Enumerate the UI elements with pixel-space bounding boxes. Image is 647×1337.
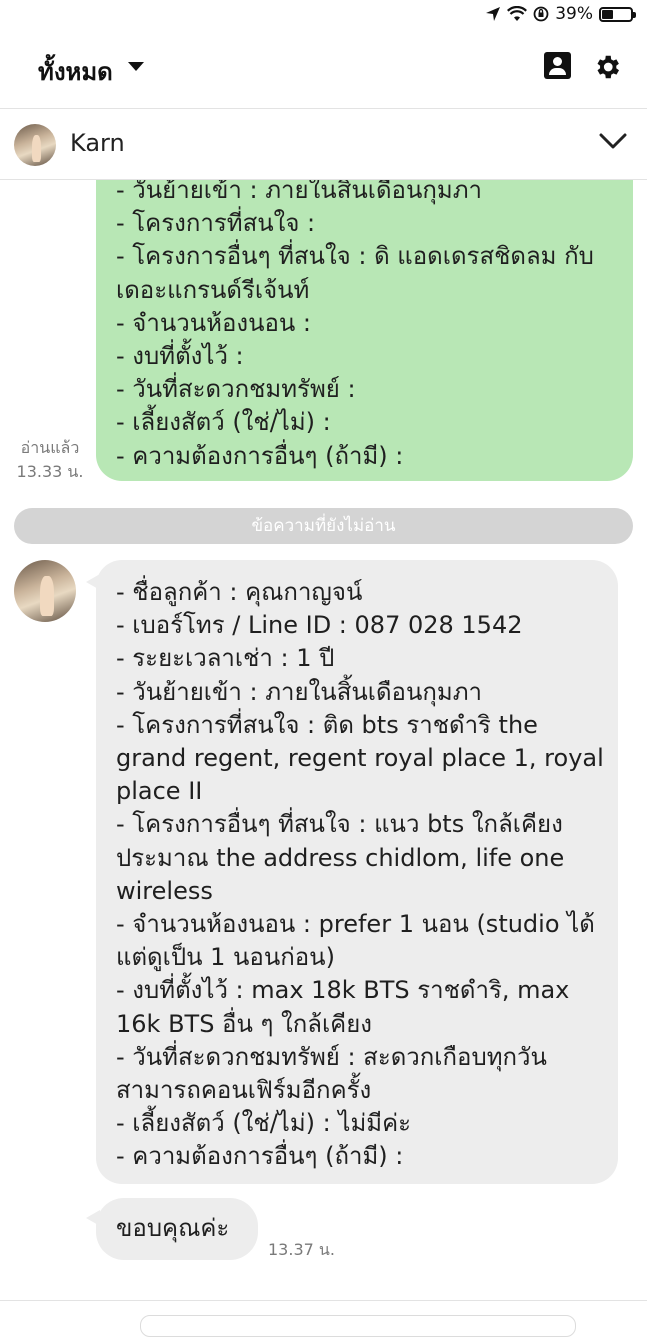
read-label: อ่านแล้ว <box>20 438 80 457</box>
incoming-thanks-bubble[interactable]: ขอบคุณค่ะ <box>86 1198 258 1260</box>
message-time: 13.37 น. <box>268 1240 335 1259</box>
outgoing-message-bubble[interactable]: - วันย้ายเข้า : ภายในสิ้นเดือนกุมภา - โค… <box>96 180 633 481</box>
chat-header: Karn <box>0 108 647 180</box>
chat-filter-title[interactable]: ทั้งหมด <box>38 52 113 91</box>
unread-divider: ข้อความที่ยังไม่อ่าน <box>14 508 633 544</box>
read-time: 13.33 น. <box>16 462 84 481</box>
bottom-input-bar <box>0 1300 647 1337</box>
orientation-lock-icon <box>533 6 549 22</box>
message-input[interactable] <box>140 1315 576 1337</box>
message-list[interactable]: - วันย้ายเข้า : ภายในสิ้นเดือนกุมภา - โค… <box>0 180 647 1300</box>
contact-name[interactable]: Karn <box>70 129 125 157</box>
top-header: ทั้งหมด <box>0 30 647 108</box>
battery-icon <box>599 6 636 22</box>
read-receipt: อ่านแล้ว 13.33 น. <box>10 436 90 484</box>
status-indicators: 39% <box>485 4 636 24</box>
chevron-down-icon[interactable] <box>599 131 627 151</box>
contact-avatar[interactable] <box>14 124 56 166</box>
caret-down-icon[interactable] <box>128 62 144 71</box>
status-bar: 39% <box>0 0 647 30</box>
incoming-message-bubble[interactable]: - ชื่อลูกค้า : คุณกาญจน์ - เบอร์โทร / Li… <box>86 560 618 1184</box>
location-arrow-icon <box>486 7 501 21</box>
contact-book-icon[interactable] <box>544 52 571 79</box>
sender-avatar[interactable] <box>14 560 76 622</box>
battery-percent: 39% <box>555 4 593 24</box>
battery-level <box>602 9 613 19</box>
wifi-icon <box>507 6 528 21</box>
gear-icon[interactable] <box>592 52 622 82</box>
